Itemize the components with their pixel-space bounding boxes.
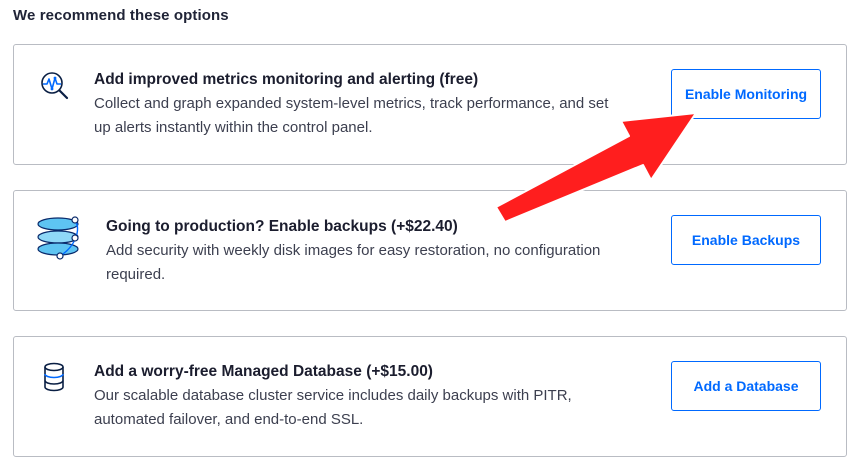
option-text: Add improved metrics monitoring and aler… [94,69,624,140]
option-description: Our scalable database cluster service in… [94,387,572,428]
enable-monitoring-button[interactable]: Enable Monitoring [671,69,821,119]
option-title: Going to production? Enable backups (+$2… [106,218,458,235]
option-description: Add security with weekly disk images for… [106,242,601,283]
option-title: Add a worry-free Managed Database (+$15.… [94,363,433,380]
option-card-database: Add a worry-free Managed Database (+$15.… [13,336,847,457]
database-icon [42,362,66,392]
option-card-backups: Going to production? Enable backups (+$2… [13,190,847,311]
enable-backups-button[interactable]: Enable Backups [671,215,821,265]
section-title: We recommend these options [13,7,229,24]
option-card-monitoring: Add improved metrics monitoring and aler… [13,44,847,165]
monitoring-icon [39,70,71,102]
add-database-button[interactable]: Add a Database [671,361,821,411]
option-description: Collect and graph expanded system-level … [94,95,609,136]
recommendations-page: We recommend these options Add improved … [0,0,856,466]
option-text: Add a worry-free Managed Database (+$15.… [94,361,624,432]
option-title: Add improved metrics monitoring and aler… [94,71,479,88]
option-text: Going to production? Enable backups (+$2… [106,216,636,287]
backups-icon [36,216,84,260]
